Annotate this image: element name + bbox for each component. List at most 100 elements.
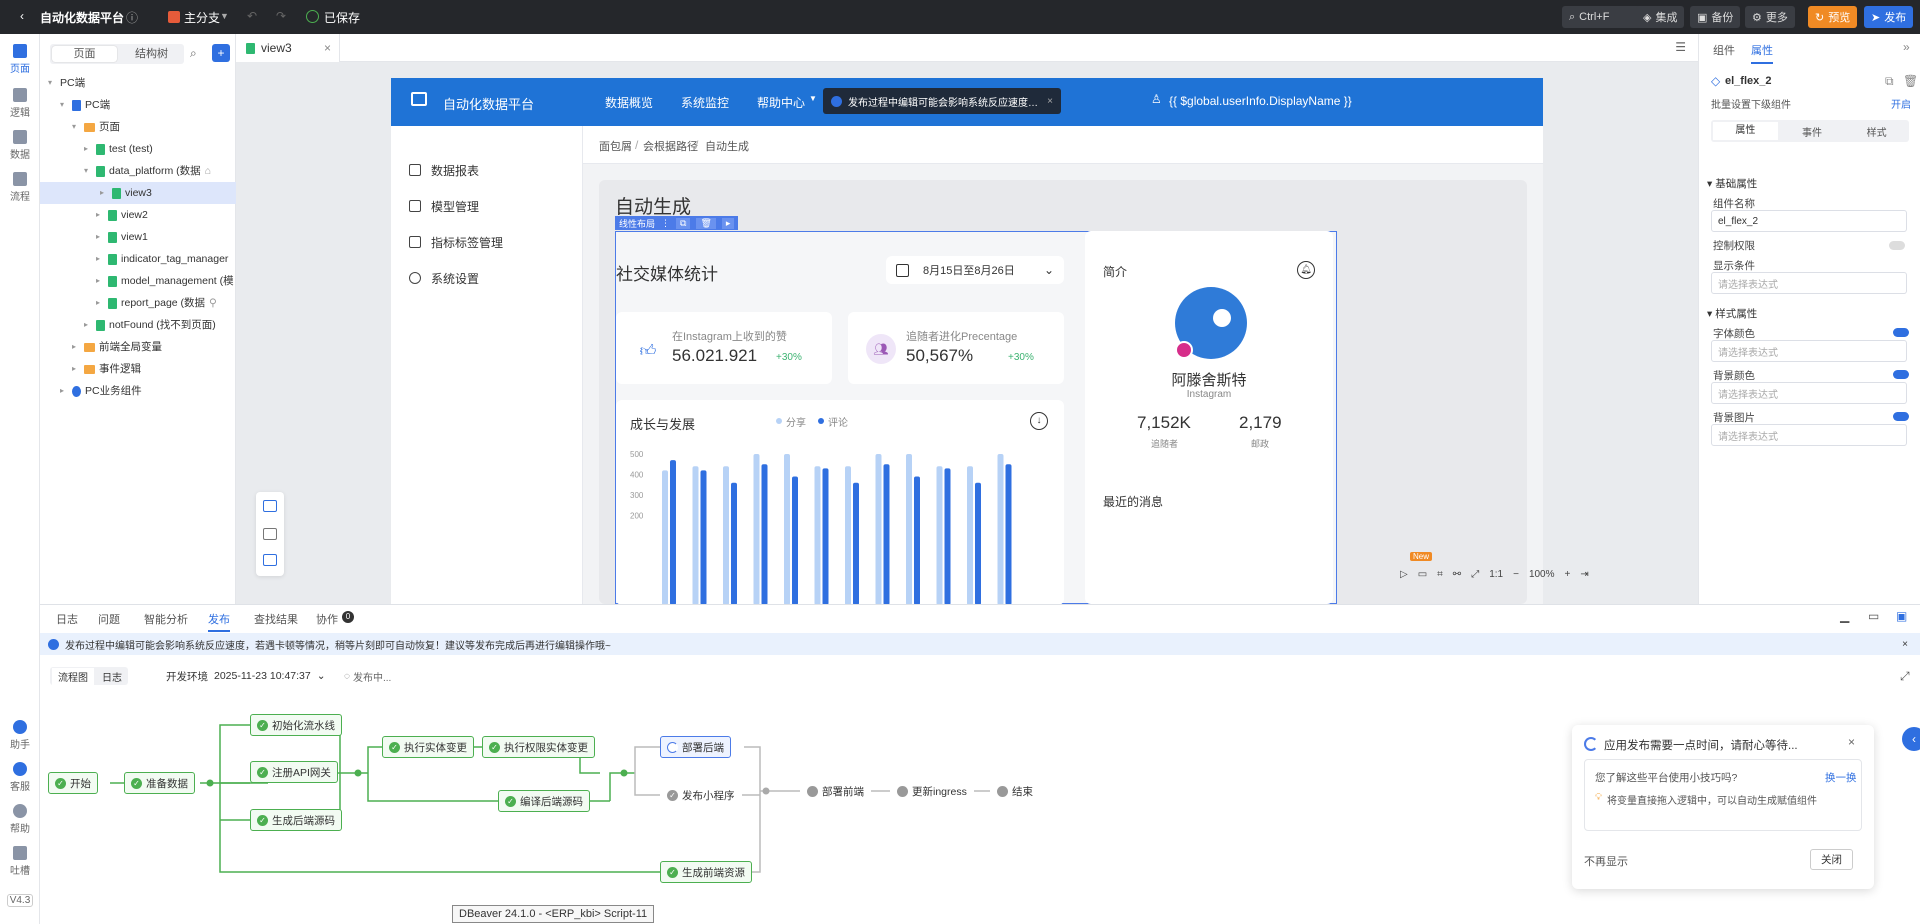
panel-layout-icon[interactable]: [263, 554, 277, 566]
tab-properties[interactable]: 属性: [1751, 42, 1773, 64]
publish-button[interactable]: ➤ 发布: [1864, 6, 1914, 28]
rail-item-assistant[interactable]: 助手: [0, 720, 40, 751]
tree-node[interactable]: ▸ notFound (找不到页面): [84, 314, 216, 336]
flow-node-start[interactable]: ✓ 开始: [48, 772, 98, 794]
close-icon[interactable]: ×: [1047, 96, 1053, 107]
flow-node-miniprogram[interactable]: ✓ 发布小程序: [660, 784, 742, 806]
integrate-button[interactable]: ◈ 集成: [1636, 6, 1685, 28]
subtab-styles[interactable]: 样式: [1844, 124, 1909, 139]
flow-node-compile-backend[interactable]: ✓ 编译后端源码: [498, 790, 590, 812]
close-icon[interactable]: ×: [1902, 639, 1908, 650]
rail-item-help[interactable]: 帮助: [0, 804, 40, 835]
date-range-picker[interactable]: 8月15日至8月26日 ⌄: [886, 256, 1064, 284]
tree-node[interactable]: ▸ view2: [96, 204, 148, 226]
subtab-props[interactable]: 属性: [1713, 122, 1778, 140]
tree-node[interactable]: ▾ data_platform (数据 ⌂: [84, 160, 211, 182]
permission-toggle[interactable]: [1889, 241, 1905, 250]
tree-node[interactable]: ▸ 事件逻辑: [72, 358, 141, 380]
tree-node[interactable]: ▸ test (test): [84, 138, 153, 160]
rail-item-flow[interactable]: 流程: [0, 172, 40, 203]
tab-analysis[interactable]: 智能分析: [144, 611, 188, 627]
bg-image-toggle[interactable]: [1893, 412, 1909, 421]
tab-structure[interactable]: 结构树: [119, 44, 184, 64]
back-icon[interactable]: ‹: [20, 9, 24, 23]
tree-node[interactable]: ▾ PC端: [60, 94, 110, 116]
nav-item[interactable]: 帮助中心: [757, 94, 805, 111]
subtab-events[interactable]: 事件: [1780, 124, 1845, 139]
collapse-icon[interactable]: ⇥: [1580, 569, 1588, 580]
tab-publish[interactable]: 发布: [208, 611, 230, 632]
add-page-button[interactable]: +: [212, 44, 230, 62]
side-item-tags[interactable]: 指标标签管理: [409, 232, 503, 252]
device-icon[interactable]: ▭: [1418, 569, 1427, 580]
breadcrumb-item[interactable]: 会根据路径: [643, 138, 698, 154]
flow-node-update-ingress[interactable]: 更新ingress: [890, 780, 974, 802]
delete-icon[interactable]: 🗑︎: [1903, 74, 1918, 88]
tree-node[interactable]: ▸ 前端全局变量: [72, 336, 162, 358]
side-item-settings[interactable]: 系统设置: [409, 268, 479, 288]
download-icon[interactable]: ↓: [1030, 412, 1048, 430]
restore-icon[interactable]: ▭: [1868, 609, 1879, 623]
sidebar-layout-icon[interactable]: [263, 528, 277, 540]
redo-icon[interactable]: ↷: [276, 9, 286, 23]
delete-icon[interactable]: 🗑︎: [696, 217, 716, 229]
dont-show-again[interactable]: 不再显示: [1584, 853, 1628, 869]
font-color-toggle[interactable]: [1893, 328, 1909, 337]
rail-item-pages[interactable]: 页面: [0, 44, 40, 75]
fit-icon[interactable]: ⤢: [1471, 569, 1479, 580]
more-vert-icon[interactable]: ⋮: [661, 218, 670, 229]
side-item-models[interactable]: 模型管理: [409, 196, 479, 216]
tree-node[interactable]: ▸ PC业务组件: [60, 380, 142, 402]
branch-selector[interactable]: 主分支: [184, 9, 220, 26]
flow-node-init-pipeline[interactable]: ✓ 初始化流水线: [250, 714, 342, 736]
tree-node[interactable]: ▸ view1: [96, 226, 148, 248]
minimize-icon[interactable]: ▁: [1840, 609, 1849, 623]
tree-node[interactable]: ▸ model_management (模: [96, 270, 236, 292]
flow-node-end[interactable]: 结束: [990, 780, 1040, 802]
side-item-reports[interactable]: 数据报表: [409, 160, 479, 180]
batch-toggle[interactable]: 开启: [1891, 96, 1911, 111]
tree-node-selected[interactable]: ▸ view3: [40, 182, 236, 204]
flow-node-prepare[interactable]: ✓ 准备数据: [124, 772, 195, 794]
close-button[interactable]: 关闭: [1810, 849, 1853, 870]
info-icon[interactable]: ⓘ: [126, 9, 138, 26]
collapse-panel-button[interactable]: ‹: [1902, 727, 1920, 751]
expand-icon[interactable]: »: [1903, 40, 1910, 54]
zoom-out-icon[interactable]: −: [1513, 569, 1519, 580]
section-basic[interactable]: ▾ 基础属性: [1707, 176, 1757, 191]
view-log[interactable]: 日志: [96, 668, 128, 685]
maximize-icon[interactable]: ▣: [1896, 609, 1907, 623]
rail-item-data[interactable]: 数据: [0, 130, 40, 161]
zoom-in-icon[interactable]: +: [1565, 569, 1571, 580]
tip-switch[interactable]: 换一换: [1825, 770, 1857, 785]
menu-icon[interactable]: ☰: [1675, 40, 1686, 54]
tab-log[interactable]: 日志: [56, 611, 78, 627]
component-name-input[interactable]: el_flex_2: [1711, 210, 1907, 232]
fullscreen-icon[interactable]: ⤢: [1900, 669, 1910, 684]
connect-icon[interactable]: ⚯: [1453, 569, 1461, 580]
rail-item-feedback[interactable]: 吐槽: [0, 846, 40, 877]
backup-button[interactable]: ▣ 备份: [1690, 6, 1741, 28]
env-selector[interactable]: 开发环境 2025-11-23 10:47:37 ⌄: [166, 667, 326, 685]
nav-item[interactable]: 数据概览: [605, 94, 653, 111]
undo-icon[interactable]: ↶: [247, 9, 257, 23]
show-condition-input[interactable]: 请选择表达式: [1711, 272, 1907, 294]
flow-node-deploy-backend[interactable]: 部署后端: [660, 736, 731, 758]
arrow-right-icon[interactable]: ▸: [721, 217, 735, 229]
view-flow[interactable]: 流程图: [52, 667, 94, 685]
tree-node[interactable]: ▸ report_page (数据 ⚲: [96, 292, 217, 314]
bg-color-toggle[interactable]: [1893, 370, 1909, 379]
tree-node[interactable]: ▾ PC端: [48, 72, 85, 94]
close-icon[interactable]: ×: [1848, 735, 1855, 749]
search-icon[interactable]: ⌕: [190, 46, 197, 61]
preview-button[interactable]: ↻ 预览: [1808, 6, 1858, 28]
breadcrumb-item[interactable]: 面包屑: [599, 138, 632, 154]
rail-item-logic[interactable]: 逻辑: [0, 88, 40, 119]
crop-icon[interactable]: ⌗: [1437, 569, 1443, 580]
flow-node-entity-change[interactable]: ✓ 执行实体变更: [382, 736, 474, 758]
tab-collab[interactable]: 协作: [316, 611, 338, 627]
font-color-input[interactable]: 请选择表达式: [1711, 340, 1907, 362]
tab-search-results[interactable]: 查找结果: [254, 611, 298, 627]
rail-item-service[interactable]: 客服: [0, 762, 40, 793]
editor-tab-view3[interactable]: view3 ×: [236, 34, 340, 62]
